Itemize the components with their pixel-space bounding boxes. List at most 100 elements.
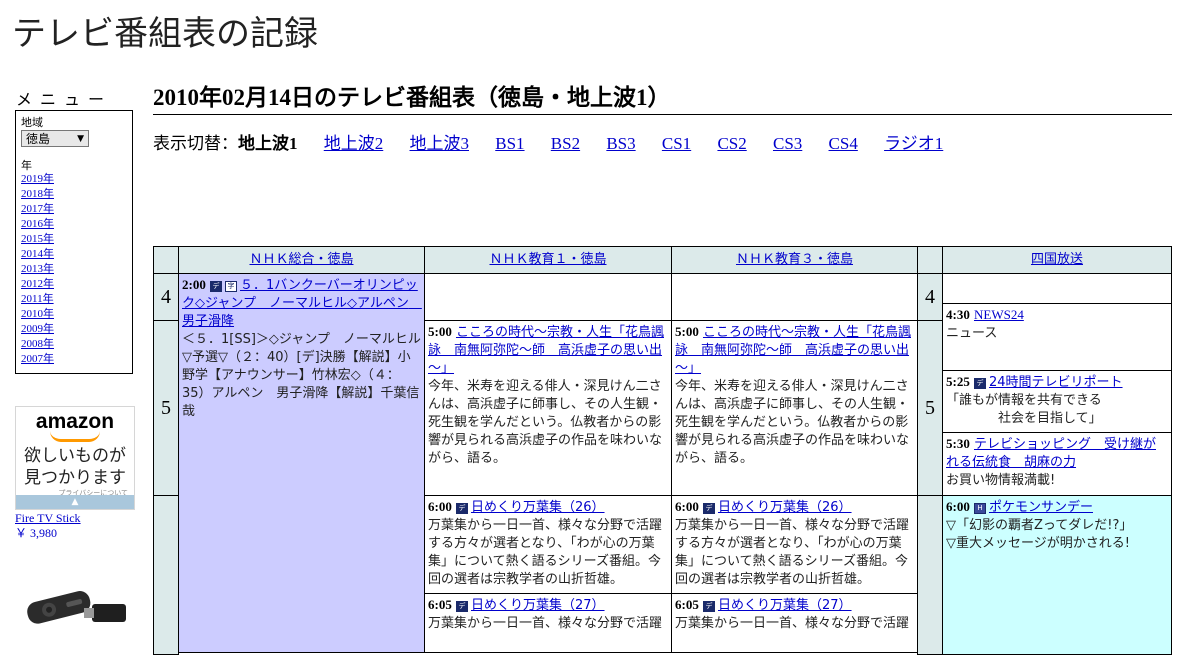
switch-link-bs1[interactable]: BS1 xyxy=(495,134,524,153)
switch-label: 表示切替： xyxy=(153,134,238,153)
switch-link-bs3[interactable]: BS3 xyxy=(606,134,635,153)
channel-link[interactable]: ＮＨＫ教育３・徳島 xyxy=(736,252,853,267)
data-broadcast-icon: デ xyxy=(455,503,468,514)
ad-text-line2: 見つかります xyxy=(24,468,126,488)
program-time: 6:00 xyxy=(675,499,699,514)
program-cell: 6:00 H ポケモンサンデー ▽「幻影の覇者Zってダレだ!?」 ▽重大メッセージ… xyxy=(942,495,1172,655)
data-broadcast-icon: デ xyxy=(455,601,468,612)
hour-cell xyxy=(153,495,179,655)
chevron-down-icon: ▼ xyxy=(77,134,84,144)
ad-product[interactable]: Fire TV Stick ￥ 3,980 xyxy=(15,511,81,541)
ad-product-price: ￥ 3,980 xyxy=(15,526,58,540)
view-switcher: 表示切替：地上波1 地上波2 地上波3 BS1 BS2 BS3 CS1 CS2 … xyxy=(153,134,943,154)
program-time: 5:25 xyxy=(946,374,970,389)
year-link-2017[interactable]: 2017年 xyxy=(21,202,127,217)
fire-tv-stick-image[interactable] xyxy=(22,574,130,630)
program-title-link[interactable]: 日めくり万葉集（26） xyxy=(471,500,605,515)
data-broadcast-icon: デ xyxy=(702,503,715,514)
program-time: 6:00 xyxy=(946,499,970,514)
hour-cell: 4 xyxy=(917,273,943,321)
channel-header-shikoku: 四国放送 xyxy=(942,246,1172,274)
chevron-up-icon[interactable]: ▲ xyxy=(16,495,134,509)
program-cell: 6:00 デ日めくり万葉集（26） 万葉集から一日一首、様々な分野で活躍する方々… xyxy=(424,495,672,594)
switch-link-terrestrial2[interactable]: 地上波2 xyxy=(324,134,384,153)
program-time: 5:30 xyxy=(946,436,970,451)
program-cell: 6:00 デ日めくり万葉集（26） 万葉集から一日一首、様々な分野で活躍する方々… xyxy=(671,495,918,594)
switch-link-bs2[interactable]: BS2 xyxy=(551,134,580,153)
program-time: 2:00 xyxy=(182,277,206,292)
page-title: 2010年02月14日のテレビ番組表（徳島・地上波1） xyxy=(153,84,1172,115)
region-label: 地域 xyxy=(21,116,43,129)
year-link-2010[interactable]: 2010年 xyxy=(21,307,127,322)
switch-link-cs3[interactable]: CS3 xyxy=(773,134,802,153)
year-link-2007[interactable]: 2007年 xyxy=(21,352,127,367)
switch-link-cs2[interactable]: CS2 xyxy=(717,134,746,153)
data-broadcast-icon: デ xyxy=(702,601,715,612)
switch-link-terrestrial3[interactable]: 地上波3 xyxy=(410,134,470,153)
program-cell: 2:00 デ字 ５．1バンクーバーオリンピック◇ジャンプ ノーマルヒル◇アルペン … xyxy=(178,273,425,653)
program-time: 6:00 xyxy=(428,499,452,514)
program-cell: 5:30 テレビショッピング 受け継がれる伝統食 胡麻の力 お買い物情報満載! xyxy=(942,432,1172,496)
program-title-link[interactable]: 日めくり万葉集（27） xyxy=(471,598,605,613)
program-description: 今年、米寿を迎える俳人・深見けん二さんは、高浜虚子に師事し、その人生観・死生観を… xyxy=(428,379,663,466)
data-broadcast-icon: デ xyxy=(209,281,222,292)
program-description: ＜５．1[SS]＞◇ジャンプ ノーマルヒル▽予選▽（２：40）[デ]決勝【解説】… xyxy=(182,332,421,419)
program-description: 万葉集から一日一首、様々な分野で活躍 xyxy=(675,616,910,631)
year-link-2009[interactable]: 2009年 xyxy=(21,322,127,337)
region-select-value: 徳島 xyxy=(26,132,51,146)
program-cell: 5:25 デ 24時間テレビリポート 「誰もが情報を共有できる 社会を目指して」 xyxy=(942,370,1172,433)
year-link-2013[interactable]: 2013年 xyxy=(21,262,127,277)
year-link-2011[interactable]: 2011年 xyxy=(21,292,127,307)
amazon-ad-banner[interactable]: amazon 欲しいものが 見つかります プライバシーについて ▲ xyxy=(15,406,135,510)
year-list: 2019年 2018年 2017年 2016年 2015年 2014年 2013… xyxy=(21,172,127,367)
hd-icon: H xyxy=(973,503,986,514)
program-time: 5:00 xyxy=(675,324,699,339)
year-link-2012[interactable]: 2012年 xyxy=(21,277,127,292)
channel-link[interactable]: 四国放送 xyxy=(1031,252,1083,267)
program-title-link[interactable]: 日めくり万葉集（26） xyxy=(718,500,852,515)
subtitle-icon: 字 xyxy=(224,281,237,292)
program-description: ▽重大メッセージが明かされる! xyxy=(946,536,1130,551)
program-title-link[interactable]: 24時間テレビリポート xyxy=(989,375,1123,390)
program-title-link[interactable]: テレビショッピング 受け継がれる伝統食 胡麻の力 xyxy=(946,437,1156,470)
program-title-link[interactable]: NEWS24 xyxy=(974,307,1024,322)
channel-link[interactable]: ＮＨＫ教育１・徳島 xyxy=(489,252,606,267)
switch-link-cs1[interactable]: CS1 xyxy=(662,134,691,153)
region-select[interactable]: 徳島 ▼ xyxy=(21,130,89,147)
channel-header-nhk-sogo: ＮＨＫ総合・徳島 xyxy=(178,246,425,274)
program-description: ▽「幻影の覇者Zってダレだ!?」 xyxy=(946,518,1133,533)
program-description: お買い物情報満載! xyxy=(946,473,1056,488)
switch-link-cs4[interactable]: CS4 xyxy=(829,134,858,153)
data-broadcast-icon: デ xyxy=(973,378,986,389)
program-cell: 4:30 NEWS24 ニュース xyxy=(942,303,1172,371)
program-description: 万葉集から一日一首、様々な分野で活躍 xyxy=(428,616,663,631)
year-link-2016[interactable]: 2016年 xyxy=(21,217,127,232)
program-cell-empty xyxy=(424,273,672,321)
year-link-2019[interactable]: 2019年 xyxy=(21,172,127,187)
program-title-link[interactable]: ポケモンサンデー xyxy=(989,500,1093,515)
hour-cell xyxy=(917,495,943,655)
program-title-link[interactable]: こころの時代～宗教・人生「花鳥諷詠 南無阿弥陀～師 高浜虚子の思い出～」 xyxy=(428,325,664,376)
program-cell: 6:05 デ日めくり万葉集（27） 万葉集から一日一首、様々な分野で活躍 xyxy=(424,593,672,653)
program-description: 万葉集から一日一首、様々な分野で活躍する方々が選者となり、「わが心の万葉集」につ… xyxy=(428,518,663,587)
program-title-link[interactable]: こころの時代～宗教・人生「花鳥諷詠 南無阿弥陀～師 高浜虚子の思い出～」 xyxy=(675,325,911,376)
program-cell: 5:00 こころの時代～宗教・人生「花鳥諷詠 南無阿弥陀～師 高浜虚子の思い出～… xyxy=(671,320,918,496)
program-time: 4:30 xyxy=(946,307,970,322)
switch-link-radio1[interactable]: ラジオ1 xyxy=(884,134,943,153)
program-title-link[interactable]: 日めくり万葉集（27） xyxy=(718,598,852,613)
grid-corner xyxy=(917,246,943,274)
grid-corner xyxy=(153,246,179,274)
channel-link[interactable]: ＮＨＫ総合・徳島 xyxy=(249,252,353,267)
channel-header-nhk-edu3: ＮＨＫ教育３・徳島 xyxy=(671,246,918,274)
year-link-2015[interactable]: 2015年 xyxy=(21,232,127,247)
program-cell: 5:00 こころの時代～宗教・人生「花鳥諷詠 南無阿弥陀～師 高浜虚子の思い出～… xyxy=(424,320,672,496)
year-link-2018[interactable]: 2018年 xyxy=(21,187,127,202)
hour-cell: 4 xyxy=(153,273,179,321)
ad-product-link[interactable]: Fire TV Stick xyxy=(15,511,81,525)
program-time: 6:05 xyxy=(428,597,452,612)
program-grid: ＮＨＫ総合・徳島 ＮＨＫ教育１・徳島 ＮＨＫ教育３・徳島 四国放送 4 5 4 … xyxy=(153,246,1172,655)
program-description: 社会を目指して」 xyxy=(998,411,1102,426)
year-label: 年 xyxy=(21,159,32,172)
year-link-2014[interactable]: 2014年 xyxy=(21,247,127,262)
year-link-2008[interactable]: 2008年 xyxy=(21,337,127,352)
